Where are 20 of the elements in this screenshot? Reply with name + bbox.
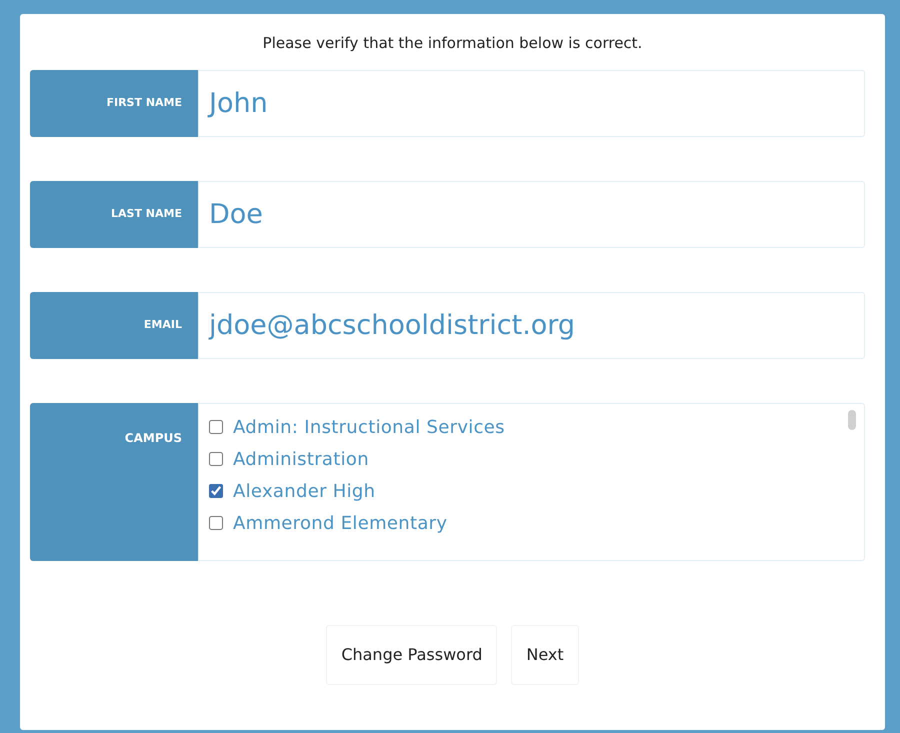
option-label[interactable]: Alexander High [233, 478, 376, 504]
input-field[interactable]: jdoe@abcschooldistrict.org [198, 292, 865, 359]
input-field[interactable]: John [198, 70, 865, 137]
option-label[interactable]: Admin: Instructional Services [233, 414, 505, 440]
checkbox[interactable] [209, 484, 223, 498]
campus-list[interactable]: Admin: Instructional Services Administration Alexander High Ammerond Elementary [198, 403, 865, 561]
field-label: FIRST NAME [30, 70, 198, 137]
checkbox[interactable] [209, 420, 223, 434]
input-field[interactable]: Doe [198, 181, 865, 248]
option-label[interactable]: Administration [233, 446, 369, 472]
checkbox[interactable] [209, 516, 223, 530]
intro-text: Please verify that the information below is correct. [262, 32, 642, 54]
field-label: CAMPUS [30, 403, 198, 561]
scrollbar-thumb[interactable] [848, 410, 856, 430]
option-label[interactable]: Ammerond Elementary [233, 510, 448, 536]
button[interactable]: Next [511, 625, 579, 685]
field-label: EMAIL [30, 292, 198, 359]
button[interactable]: Change Password [326, 625, 498, 685]
checkbox[interactable] [209, 452, 223, 466]
field-label: LAST NAME [30, 181, 198, 248]
